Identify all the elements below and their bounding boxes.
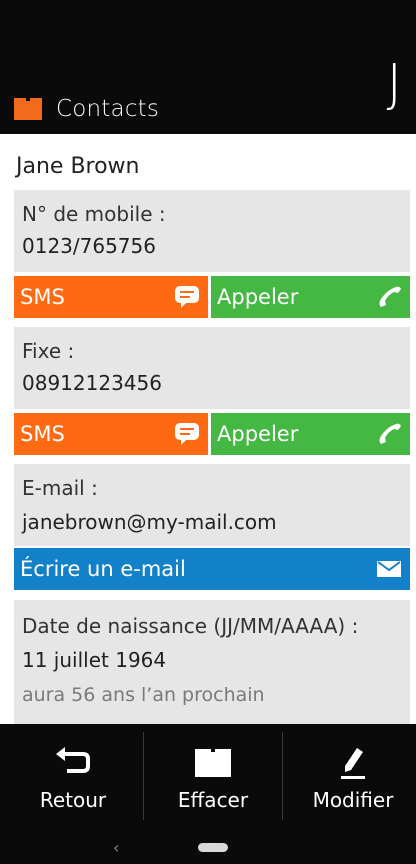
landline-label: Fixe : (22, 339, 75, 363)
system-navigation-bar: ‹ (0, 828, 416, 864)
birthday-card: Date de naissance (JJ/MM/AAAA) : 11 juil… (14, 600, 410, 724)
call-button-label: Appeler (217, 285, 299, 309)
call-button-label: Appeler (217, 422, 299, 446)
return-arrow-icon (56, 747, 90, 773)
back-button[interactable]: Retour (4, 724, 142, 828)
contact-details: Jane Brown N° de mobile : 0123/765756 SM… (0, 134, 416, 724)
mobile-sms-button[interactable]: SMS (14, 276, 208, 318)
chat-bubble-icon (175, 286, 199, 308)
mobile-call-button[interactable]: Appeler (211, 276, 410, 318)
mobile-value: 0123/765756 (22, 234, 156, 258)
app-header: Contacts J (0, 0, 416, 134)
sms-button-label: SMS (20, 422, 65, 446)
footer-divider (282, 732, 283, 820)
mobile-card: N° de mobile : 0123/765756 (14, 190, 410, 272)
page-title: Contacts (56, 96, 160, 122)
nav-back-icon[interactable]: ‹ (113, 838, 119, 857)
mobile-label: N° de mobile : (22, 202, 166, 226)
pencil-icon (341, 748, 365, 779)
sms-button-label: SMS (20, 285, 65, 309)
chat-bubble-icon (175, 423, 199, 445)
birthday-label: Date de naissance (JJ/MM/AAAA) : (22, 614, 359, 638)
nav-home-pill[interactable] (198, 843, 228, 852)
landline-card: Fixe : 08912123456 (14, 327, 410, 409)
contact-name: Jane Brown (16, 154, 140, 179)
email-value: janebrown@my-mail.com (22, 510, 277, 534)
book-icon (195, 749, 231, 777)
contact-initial: J (386, 54, 402, 114)
delete-label: Effacer (177, 788, 249, 812)
back-label: Retour (39, 788, 107, 812)
email-label: E-mail : (22, 476, 98, 500)
edit-label: Modifier (312, 788, 394, 812)
edit-button[interactable]: Modifier (284, 724, 416, 828)
delete-button[interactable]: Effacer (144, 724, 282, 828)
landline-value: 08912123456 (22, 371, 162, 395)
email-card: E-mail : janebrown@my-mail.com (14, 464, 410, 546)
bottom-action-bar: Retour Effacer Modifier ‹ (0, 724, 416, 864)
write-email-label: Écrire un e-mail (20, 557, 186, 581)
phone-icon (379, 423, 401, 444)
envelope-icon (377, 561, 401, 577)
landline-sms-button[interactable]: SMS (14, 413, 208, 455)
landline-call-button[interactable]: Appeler (211, 413, 410, 455)
birthday-note: aura 56 ans l’an prochain (22, 684, 265, 706)
phone-icon (379, 286, 401, 307)
birthday-value: 11 juillet 1964 (22, 648, 167, 672)
write-email-button[interactable]: Écrire un e-mail (14, 548, 410, 590)
book-icon (14, 98, 42, 120)
